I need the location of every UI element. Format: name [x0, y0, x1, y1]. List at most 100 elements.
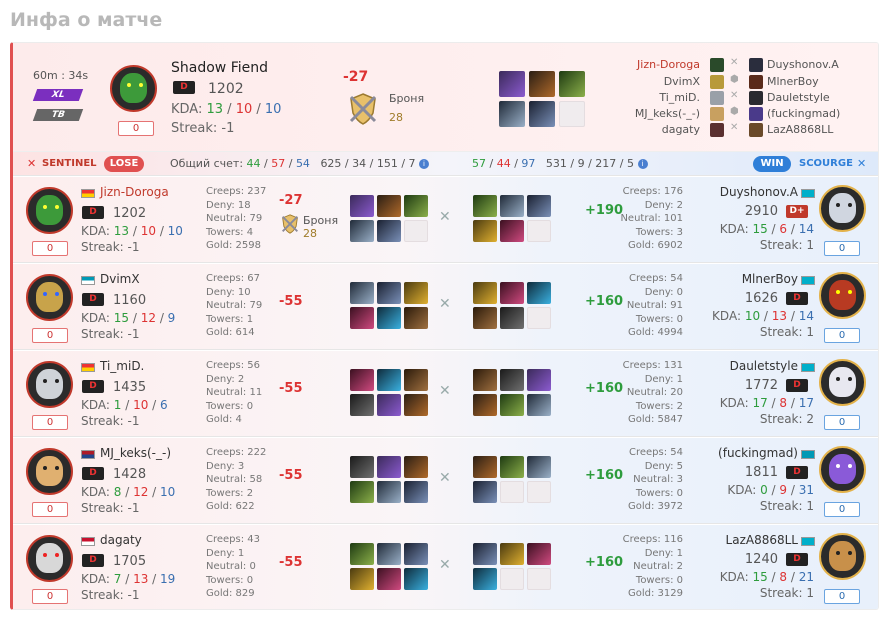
left-player-name[interactable]: dagaty: [100, 533, 142, 547]
player-left-name[interactable]: DvimX: [664, 75, 700, 88]
item-icon[interactable]: [527, 369, 551, 391]
item-icon[interactable]: [350, 195, 374, 217]
right-hero-avatar[interactable]: [819, 533, 866, 580]
item-icon[interactable]: [377, 195, 401, 217]
item-icon[interactable]: [500, 543, 524, 565]
item-icon[interactable]: [377, 543, 401, 565]
left-hero-avatar[interactable]: [26, 361, 73, 408]
player-left-name[interactable]: Ti_miD.: [659, 91, 700, 104]
item-icon[interactable]: [404, 481, 428, 503]
item-icon[interactable]: [404, 543, 428, 565]
item-icon[interactable]: [500, 220, 524, 242]
item-icon[interactable]: [350, 543, 374, 565]
player-left-name[interactable]: dagaty: [662, 123, 700, 136]
item-icon[interactable]: [377, 369, 401, 391]
item-icon[interactable]: [377, 307, 401, 329]
item-icon[interactable]: [527, 195, 551, 217]
item-icon[interactable]: [499, 71, 525, 97]
item-icon[interactable]: [377, 568, 401, 590]
item-icon[interactable]: [500, 369, 524, 391]
item-icon[interactable]: [404, 369, 428, 391]
right-kda: KDA: 10 / 13 / 14: [712, 309, 814, 323]
item-icon[interactable]: [499, 101, 525, 127]
item-icon[interactable]: [350, 282, 374, 304]
player-row: 0 Ti_miD. D 1435 KDA: 1 / 10 / 6 Streak:…: [13, 351, 878, 437]
left-player-name[interactable]: MJ_keks(-_-): [100, 446, 171, 460]
info-icon[interactable]: i: [637, 159, 648, 169]
left-hero-avatar[interactable]: [26, 187, 73, 234]
item-icon[interactable]: [559, 71, 585, 97]
right-player-name[interactable]: Duyshonov.A: [720, 185, 798, 199]
item-icon[interactable]: [404, 307, 428, 329]
left-hero-avatar[interactable]: [26, 274, 73, 321]
item-icon[interactable]: [527, 394, 551, 416]
item-icon[interactable]: [473, 394, 497, 416]
player-right-name[interactable]: LazA8868LL: [767, 123, 833, 136]
info-icon[interactable]: i: [419, 159, 430, 169]
player-right-name[interactable]: (fuckingmad): [767, 107, 840, 120]
player-right-name[interactable]: Duyshonov.A: [767, 58, 839, 71]
item-icon[interactable]: [350, 394, 374, 416]
item-icon[interactable]: [473, 369, 497, 391]
right-hero-avatar[interactable]: [819, 272, 866, 319]
item-icon[interactable]: [529, 71, 555, 97]
left-player-name[interactable]: Jizn-Doroga: [100, 185, 169, 199]
right-player-name[interactable]: MlnerBoy: [742, 272, 798, 286]
item-icon[interactable]: [377, 456, 401, 478]
left-player-name[interactable]: DvimX: [100, 272, 140, 286]
item-icon[interactable]: [500, 282, 524, 304]
right-mmr: 2910: [744, 204, 778, 219]
item-icon[interactable]: [473, 543, 497, 565]
item-icon[interactable]: [377, 481, 401, 503]
item-icon[interactable]: [529, 101, 555, 127]
item-icon[interactable]: [473, 282, 497, 304]
player-left-name[interactable]: Jizn-Doroga: [637, 58, 700, 71]
item-icon[interactable]: [350, 456, 374, 478]
item-icon[interactable]: [473, 568, 497, 590]
item-icon[interactable]: [500, 456, 524, 478]
item-icon[interactable]: [404, 282, 428, 304]
right-hero-avatar[interactable]: [819, 185, 866, 232]
hero-mmr: 1202: [208, 81, 244, 97]
player-right-name[interactable]: Dauletstyle: [767, 91, 830, 104]
empty-item-slot: [527, 220, 551, 242]
item-icon[interactable]: [377, 220, 401, 242]
item-icon[interactable]: [350, 307, 374, 329]
score-bar: ✕ SENTINEL LOSE Общий счет: 44 / 57 / 54…: [13, 151, 878, 176]
item-icon[interactable]: [377, 282, 401, 304]
country-flag-icon: [81, 363, 95, 372]
item-icon[interactable]: [500, 307, 524, 329]
page-title: Инфа о матче: [10, 9, 163, 31]
item-icon[interactable]: [500, 394, 524, 416]
item-icon[interactable]: [350, 220, 374, 242]
item-icon[interactable]: [350, 481, 374, 503]
item-icon[interactable]: [473, 307, 497, 329]
item-icon[interactable]: [527, 543, 551, 565]
item-icon[interactable]: [404, 394, 428, 416]
item-icon[interactable]: [377, 394, 401, 416]
left-hero-avatar[interactable]: [26, 448, 73, 495]
item-icon[interactable]: [473, 481, 497, 503]
item-icon[interactable]: [404, 456, 428, 478]
right-hero-avatar[interactable]: [819, 359, 866, 406]
left-streak: Streak: -1: [81, 414, 140, 428]
item-icon[interactable]: [350, 568, 374, 590]
right-player-name[interactable]: LazA8868LL: [726, 533, 798, 547]
item-icon[interactable]: [473, 456, 497, 478]
left-streak: Streak: -1: [81, 588, 140, 602]
item-icon[interactable]: [473, 195, 497, 217]
item-icon[interactable]: [350, 369, 374, 391]
item-icon[interactable]: [527, 282, 551, 304]
item-icon[interactable]: [500, 195, 524, 217]
right-player-name[interactable]: Dauletstyle: [730, 359, 798, 373]
left-player-name[interactable]: Ti_miD.: [100, 359, 144, 373]
player-left-name[interactable]: MJ_keks(-_-): [635, 107, 700, 120]
right-player-name[interactable]: (fuckingmad): [718, 446, 798, 460]
left-hero-avatar[interactable]: [26, 535, 73, 582]
item-icon[interactable]: [404, 568, 428, 590]
player-right-name[interactable]: MlnerBoy: [767, 75, 819, 88]
item-icon[interactable]: [404, 195, 428, 217]
item-icon[interactable]: [527, 456, 551, 478]
right-hero-avatar[interactable]: [819, 446, 866, 493]
item-icon[interactable]: [473, 220, 497, 242]
